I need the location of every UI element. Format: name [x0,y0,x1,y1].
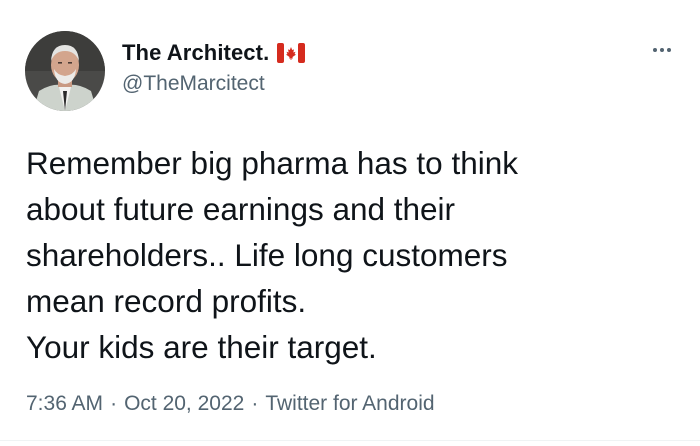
tweet-text: Remember big pharma has to think about f… [26,145,518,365]
separator: · [251,392,259,415]
author-display-name[interactable]: The Architect. [122,40,269,66]
avatar-image [25,31,105,111]
tweet-metadata: 7:36 AM · Oct 20, 2022 · Twitter for And… [26,392,435,416]
more-options-icon[interactable] [644,40,680,60]
canada-flag-icon [277,43,306,63]
tweet-date[interactable]: Oct 20, 2022 [124,392,244,416]
tweet-card: The Architect. @TheMarcitect Remember bi… [0,0,700,446]
divider [0,440,700,441]
author-name-row: The Architect. [122,38,306,68]
avatar[interactable] [25,31,105,111]
tweet-time[interactable]: 7:36 AM [26,392,103,416]
author-handle[interactable]: @TheMarcitect [122,72,265,96]
separator: · [110,392,118,415]
tweet-source[interactable]: Twitter for Android [265,392,434,416]
